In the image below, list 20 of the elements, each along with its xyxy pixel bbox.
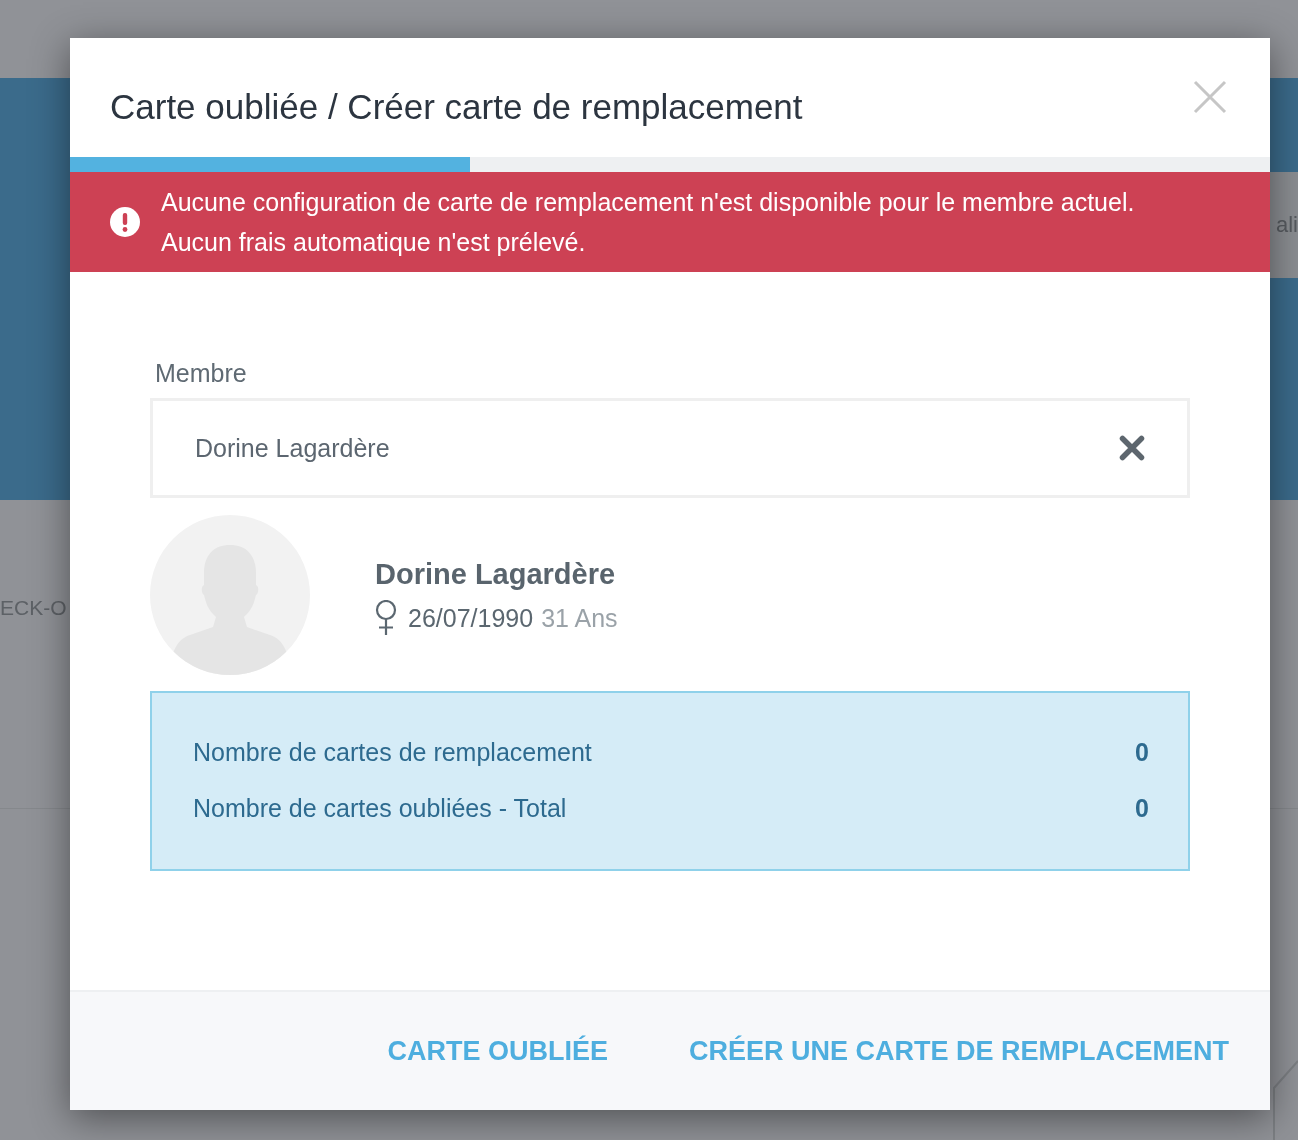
alert-message: Aucune configuration de carte de remplacement n'est disponible pour le membre actuel. <box>161 187 1135 218</box>
stat-label: Nombre de cartes de remplacement <box>193 737 592 767</box>
alert-message: Aucun frais automatique n'est prélevé. <box>161 227 587 258</box>
female-symbol-icon <box>375 600 397 636</box>
stat-value: 0 <box>1135 793 1149 823</box>
stat-value: 0 <box>1135 737 1149 767</box>
birth-date: 26/07/1990 <box>408 603 534 634</box>
avatar-icon <box>150 515 310 675</box>
age-label: 31 Ans <box>541 603 618 634</box>
action-button[interactable]: CRÉER UNE CARTE DE REMPLACEMENT <box>676 1026 1241 1076</box>
alert-icon <box>110 207 140 237</box>
dialog-title: Carte oubliée / Créer carte de remplacement <box>110 87 803 127</box>
action-button[interactable]: CARTE OUBLIÉE <box>375 1026 620 1076</box>
member-name: Dorine Lagardère <box>375 557 617 592</box>
member-field[interactable]: Dorine Lagardère <box>150 398 1190 498</box>
field-label: Membre <box>154 358 247 388</box>
stat-label: Nombre de cartes oubliées - Total <box>193 793 567 823</box>
close-icon <box>1193 80 1227 114</box>
clear-icon <box>1119 435 1145 461</box>
clear-button[interactable] <box>1119 435 1145 461</box>
